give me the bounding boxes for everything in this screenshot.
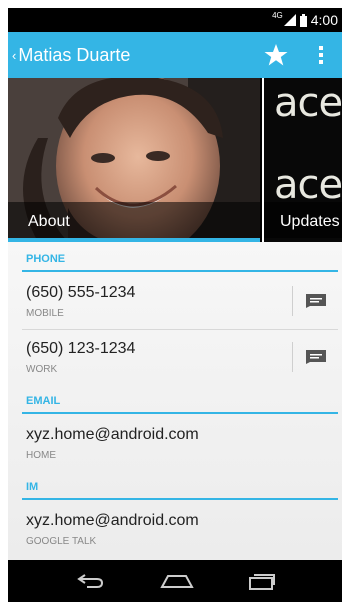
overflow-dot <box>319 46 323 50</box>
recents-icon[interactable] <box>248 572 275 590</box>
back-icon[interactable] <box>75 573 105 589</box>
message-button[interactable] <box>292 342 338 372</box>
contact-header: About ace ace Updates <box>8 78 342 242</box>
message-icon <box>305 294 326 308</box>
message-button[interactable] <box>292 286 338 316</box>
star-button[interactable] <box>256 32 296 78</box>
message-icon <box>305 350 326 364</box>
im-type: GOOGLE TALK <box>26 536 97 547</box>
phone-type: WORK <box>26 364 58 375</box>
section-header-email: EMAIL <box>22 384 338 414</box>
contact-name: Matias Duarte <box>18 44 131 65</box>
clock: 4:00 <box>310 12 338 28</box>
email-row[interactable]: xyz.home@android.com HOME <box>22 416 338 472</box>
im-handle: xyz.home@android.com <box>26 512 199 529</box>
overflow-dot <box>319 53 323 57</box>
status-bar: 4G 4:00 <box>8 8 342 32</box>
section-header-im: IM <box>22 470 338 500</box>
navigation-bar <box>8 560 342 602</box>
back-caret-icon: ‹ <box>12 47 17 63</box>
signal-icon <box>283 14 296 26</box>
battery-icon <box>299 13 307 27</box>
phone-number: (650) 555-1234 <box>26 284 136 301</box>
overflow-dot <box>319 60 323 64</box>
overflow-menu-button[interactable] <box>310 32 332 78</box>
tab-updates[interactable]: ace ace Updates <box>262 78 342 242</box>
network-type: 4G <box>272 10 283 20</box>
section-header-phone: PHONE <box>22 242 338 272</box>
tab-about[interactable]: About <box>8 78 260 242</box>
tab-about-label: About <box>8 202 260 238</box>
phone-number: (650) 123-1234 <box>26 340 136 357</box>
phone-type: MOBILE <box>26 308 64 319</box>
email-address: xyz.home@android.com <box>26 426 199 443</box>
im-row[interactable]: xyz.home@android.com GOOGLE TALK <box>22 502 338 558</box>
phone-row[interactable]: (650) 555-1234 MOBILE <box>22 274 338 330</box>
contact-details: PHONE (650) 555-1234 MOBILE (650) 123-12… <box>8 242 342 560</box>
phone-row[interactable]: (650) 123-1234 WORK <box>22 330 338 386</box>
updates-preview-text: ace <box>274 80 342 126</box>
tab-updates-label: Updates <box>264 202 342 238</box>
up-navigation[interactable]: ‹ Matias Duarte <box>8 32 130 78</box>
action-bar: ‹ Matias Duarte <box>8 32 342 78</box>
email-type: HOME <box>26 450 56 461</box>
home-icon[interactable] <box>160 573 194 589</box>
star-icon <box>264 44 288 66</box>
